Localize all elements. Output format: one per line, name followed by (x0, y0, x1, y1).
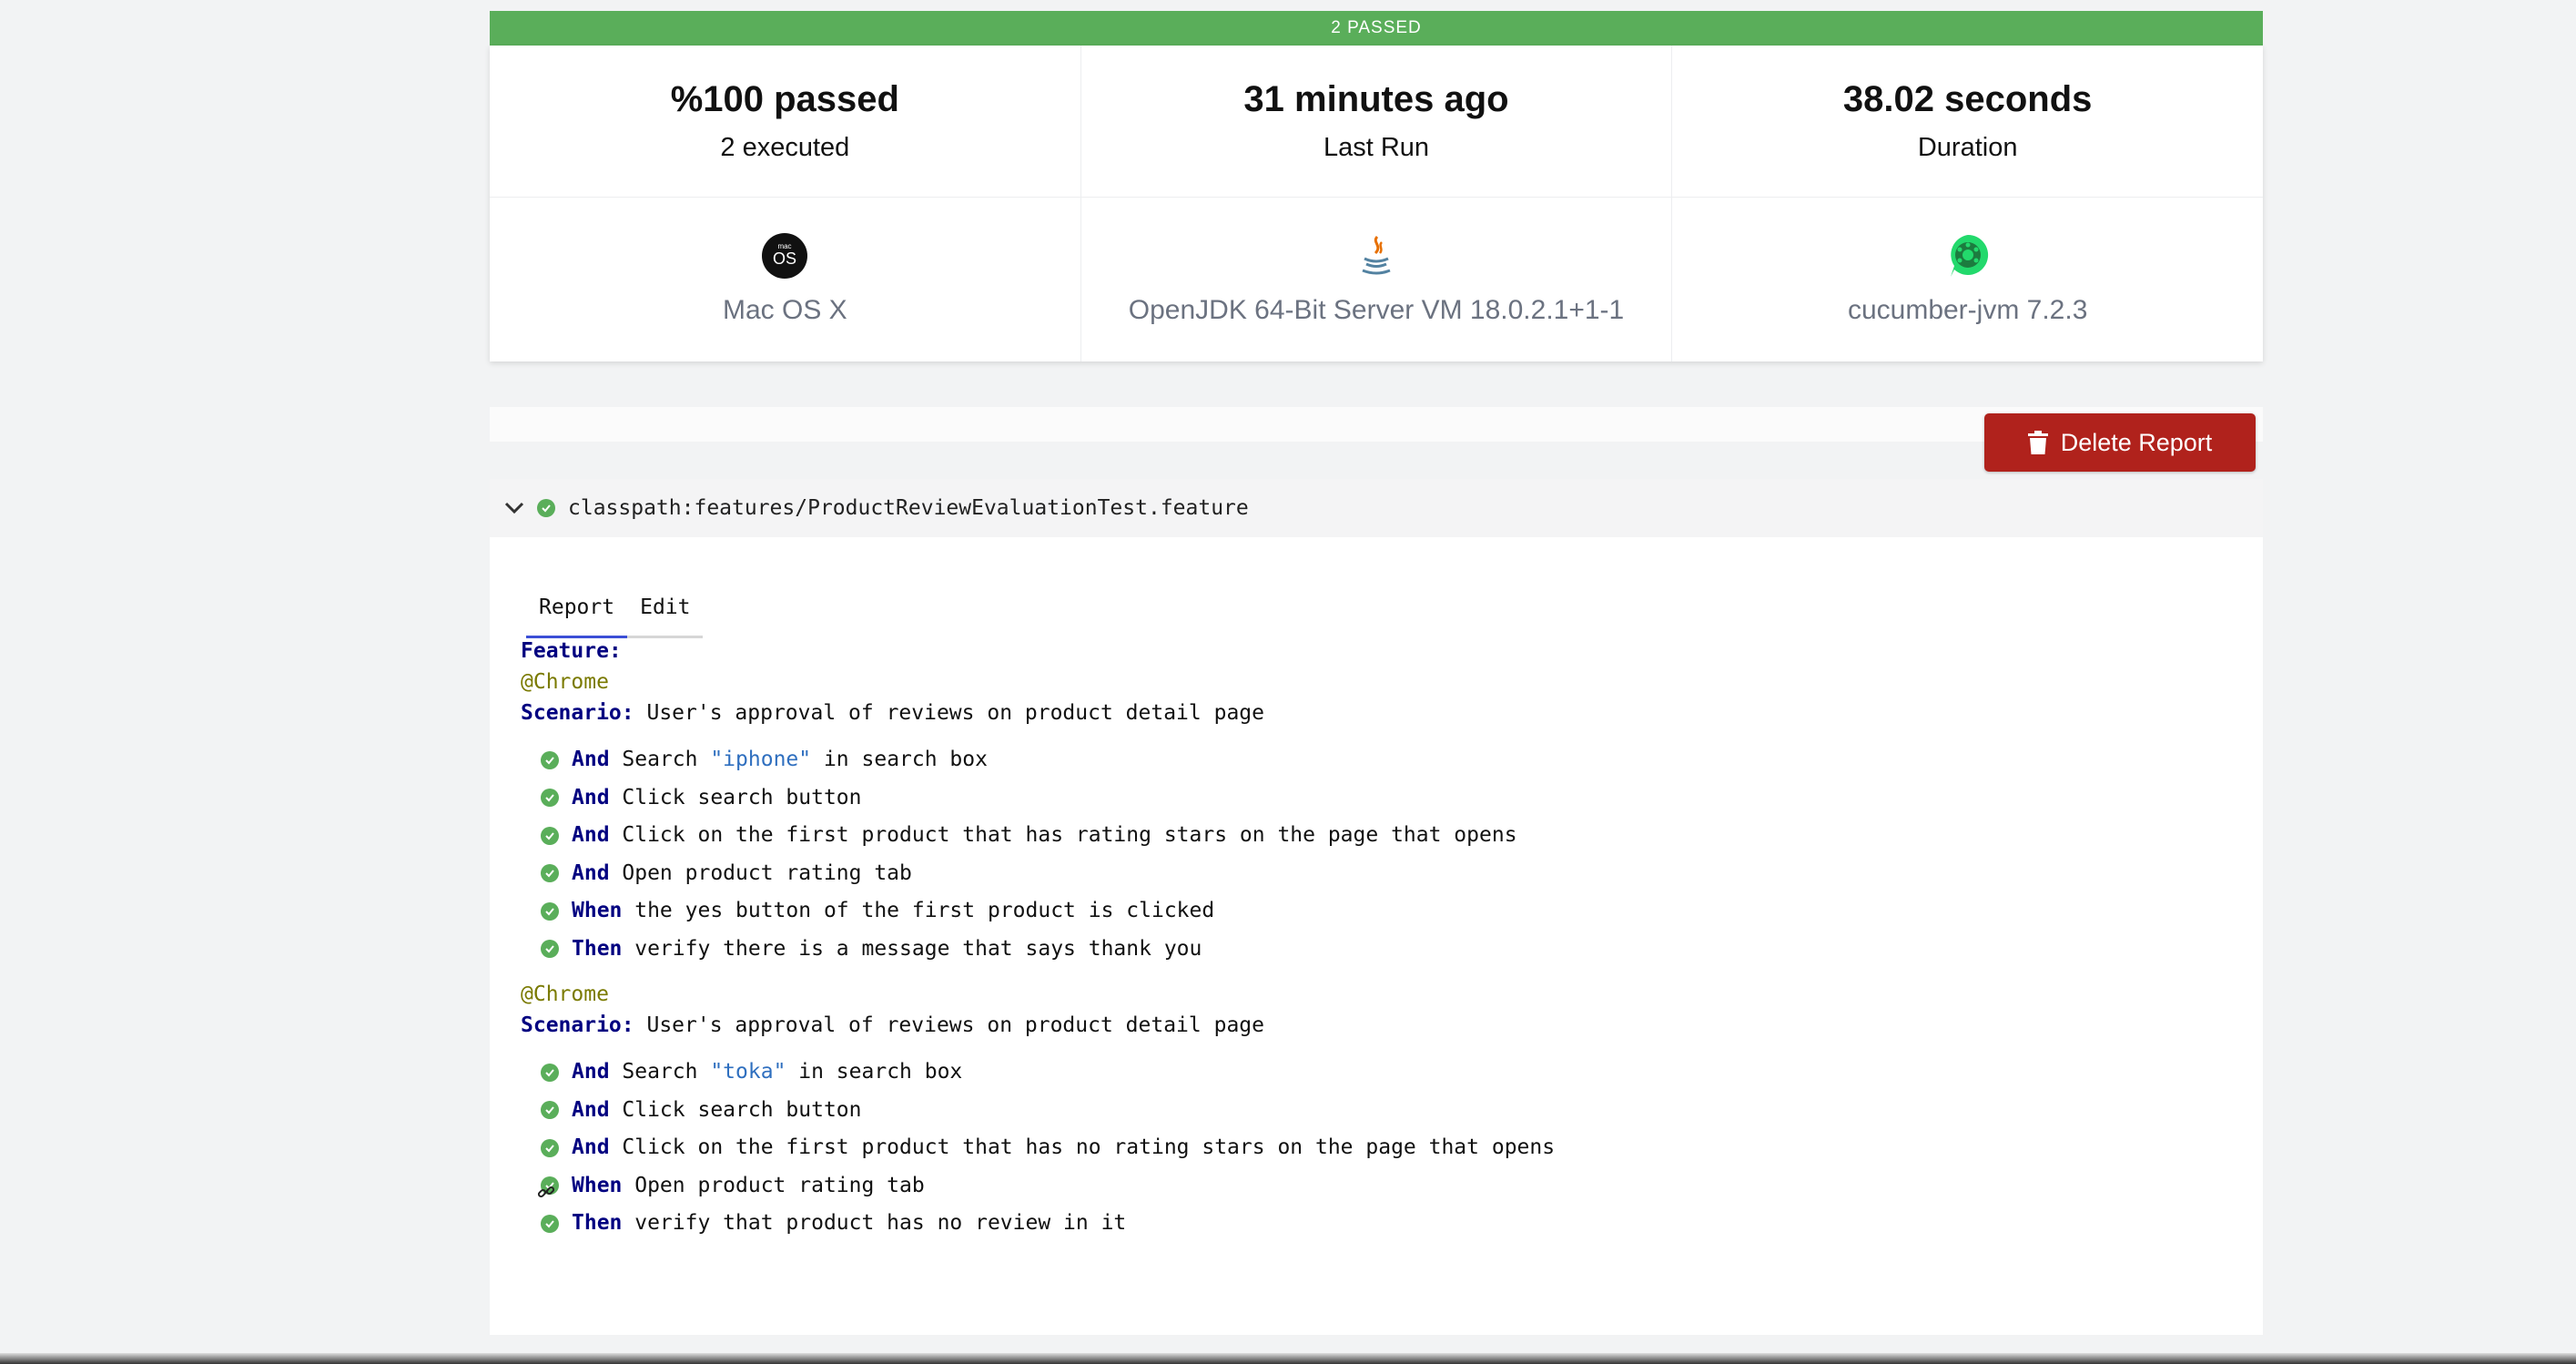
os-cell: mac OS Mac OS X (490, 198, 1081, 361)
tab-report[interactable]: Report (526, 586, 628, 638)
chevron-down-icon[interactable] (501, 502, 528, 514)
scenario: @Chrome Scenario: User's approval of revi… (521, 667, 1555, 968)
cucumber-icon (1945, 233, 1991, 279)
stats-card: %100 passed 2 executed 31 minutes ago La… (490, 46, 2263, 361)
step-text: Search (609, 1060, 711, 1084)
delete-report-label: Delete Report (2060, 428, 2213, 456)
step-keyword: And (572, 1060, 610, 1084)
step-text: the yes button of the first product is c… (622, 899, 1215, 922)
step-text: Click search button (609, 785, 862, 809)
feature-keyword: Feature: (521, 639, 622, 663)
step-list: And Search "toka" in search box And Click… (521, 1054, 1555, 1243)
last-run-label: Last Run (1323, 133, 1430, 162)
passed-check-icon (541, 1063, 559, 1082)
step-row: And Click search button (541, 1092, 1555, 1130)
step-row: And Click on the first product that has … (541, 1129, 1555, 1167)
step-argument: "toka" (710, 1060, 786, 1084)
step-text: Click on the first product that has rati… (609, 823, 1517, 847)
gherkin-report: Feature: @Chrome Scenario: User's approva… (521, 636, 1555, 1254)
step-row: And Search "toka" in search box (541, 1054, 1555, 1092)
step-keyword: And (572, 1097, 610, 1122)
feature-header[interactable]: classpath:features/ProductReviewEvaluati… (490, 479, 2263, 537)
scenario-title: Scenario: User's approval of reviews on … (521, 1010, 1555, 1041)
step-row: And Search "iphone" in search box (541, 741, 1555, 779)
window-bottom-edge (0, 1353, 2576, 1364)
step-keyword: And (572, 748, 610, 771)
step-keyword: When (572, 1173, 623, 1197)
feature-tabs: Report Edit (526, 586, 704, 638)
passed-check-icon (541, 1101, 559, 1120)
step-text: verify that product has no review in it (622, 1211, 1127, 1235)
step-row: When Open product rating tab (537, 1167, 1555, 1206)
jvm-cell: OpenJDK 64-Bit Server VM 18.0.2.1+1-1 (1081, 198, 1673, 361)
step-keyword: And (572, 1135, 610, 1159)
scenario-title: Scenario: User's approval of reviews on … (521, 697, 1555, 728)
passed-check-icon (541, 789, 559, 808)
step-text-suffix: in search box (786, 1060, 963, 1084)
step-row: Then verify that product has no review i… (541, 1205, 1555, 1243)
duration-label: Duration (1917, 133, 2018, 162)
step-text: Search (609, 748, 711, 771)
delete-report-button[interactable]: Delete Report (1984, 413, 2256, 472)
step-keyword: Then (572, 936, 623, 961)
scenario: @Chrome Scenario: User's approval of revi… (521, 979, 1555, 1243)
step-keyword: And (572, 860, 610, 885)
framework-cell: cucumber-jvm 7.2.3 (1672, 198, 2263, 361)
step-text: Click on the first product that has no r… (609, 1135, 1556, 1159)
report-summary: 2 PASSED %100 passed 2 executed 31 minut… (490, 11, 2263, 442)
step-row: And Click on the first product that has … (541, 817, 1555, 855)
duration-cell: 38.02 seconds Duration (1672, 46, 2263, 197)
scenario-keyword: Scenario: (521, 1013, 634, 1037)
passed-check-icon (541, 826, 559, 845)
passed-check-icon (541, 864, 559, 883)
passed-check-icon (541, 750, 559, 769)
feature-panel: classpath:features/ProductReviewEvaluati… (490, 479, 2263, 1335)
svg-text:OS: OS (773, 249, 796, 268)
scenario-tag: @Chrome (521, 982, 609, 1006)
framework-label: cucumber-jvm 7.2.3 (1847, 295, 2088, 325)
feature-path: classpath:features/ProductReviewEvaluati… (568, 496, 1249, 520)
step-keyword: And (572, 823, 610, 847)
scenario-name: User's approval of reviews on product de… (634, 701, 1264, 725)
last-run-value: 31 minutes ago (1243, 79, 1509, 119)
step-row: When the yes button of the first product… (541, 892, 1555, 931)
passed-check-icon (537, 499, 555, 517)
pass-rate-cell: %100 passed 2 executed (490, 46, 1081, 197)
step-row: Then verify there is a message that says… (541, 931, 1555, 969)
step-keyword: When (572, 899, 623, 922)
step-keyword: And (572, 785, 610, 809)
step-argument: "iphone" (710, 748, 812, 771)
step-text: Open product rating tab (609, 860, 912, 885)
macos-icon: mac OS (762, 233, 808, 279)
os-label: Mac OS X (722, 295, 847, 325)
trash-icon (2027, 431, 2048, 454)
java-icon (1354, 233, 1399, 279)
passed-banner: 2 PASSED (490, 11, 2263, 46)
step-text-suffix: in search box (811, 748, 988, 771)
scenario-name: User's approval of reviews on product de… (634, 1013, 1264, 1037)
passed-check-icon (541, 901, 559, 921)
jvm-label: OpenJDK 64-Bit Server VM 18.0.2.1+1-1 (1128, 295, 1625, 325)
step-keyword: Then (572, 1211, 623, 1235)
scenario-keyword: Scenario: (521, 701, 634, 725)
step-row: And Click search button (541, 779, 1555, 818)
passed-check-icon (541, 1138, 559, 1157)
step-list: And Search "iphone" in search box And Cli… (521, 741, 1555, 968)
pass-rate: %100 passed (670, 79, 899, 119)
passed-check-icon (541, 940, 559, 959)
step-text: verify there is a message that says than… (622, 936, 1202, 961)
executed-count: 2 executed (720, 133, 850, 162)
scenario-tag: @Chrome (521, 670, 609, 694)
last-run-cell: 31 minutes ago Last Run (1081, 46, 1673, 197)
passed-check-icon (541, 1214, 559, 1233)
link-icon[interactable] (537, 1176, 555, 1198)
step-text: Click search button (609, 1097, 862, 1122)
duration-value: 38.02 seconds (1842, 79, 2093, 119)
tab-edit[interactable]: Edit (627, 586, 704, 638)
step-text: Open product rating tab (622, 1173, 925, 1197)
step-row: And Open product rating tab (541, 855, 1555, 893)
